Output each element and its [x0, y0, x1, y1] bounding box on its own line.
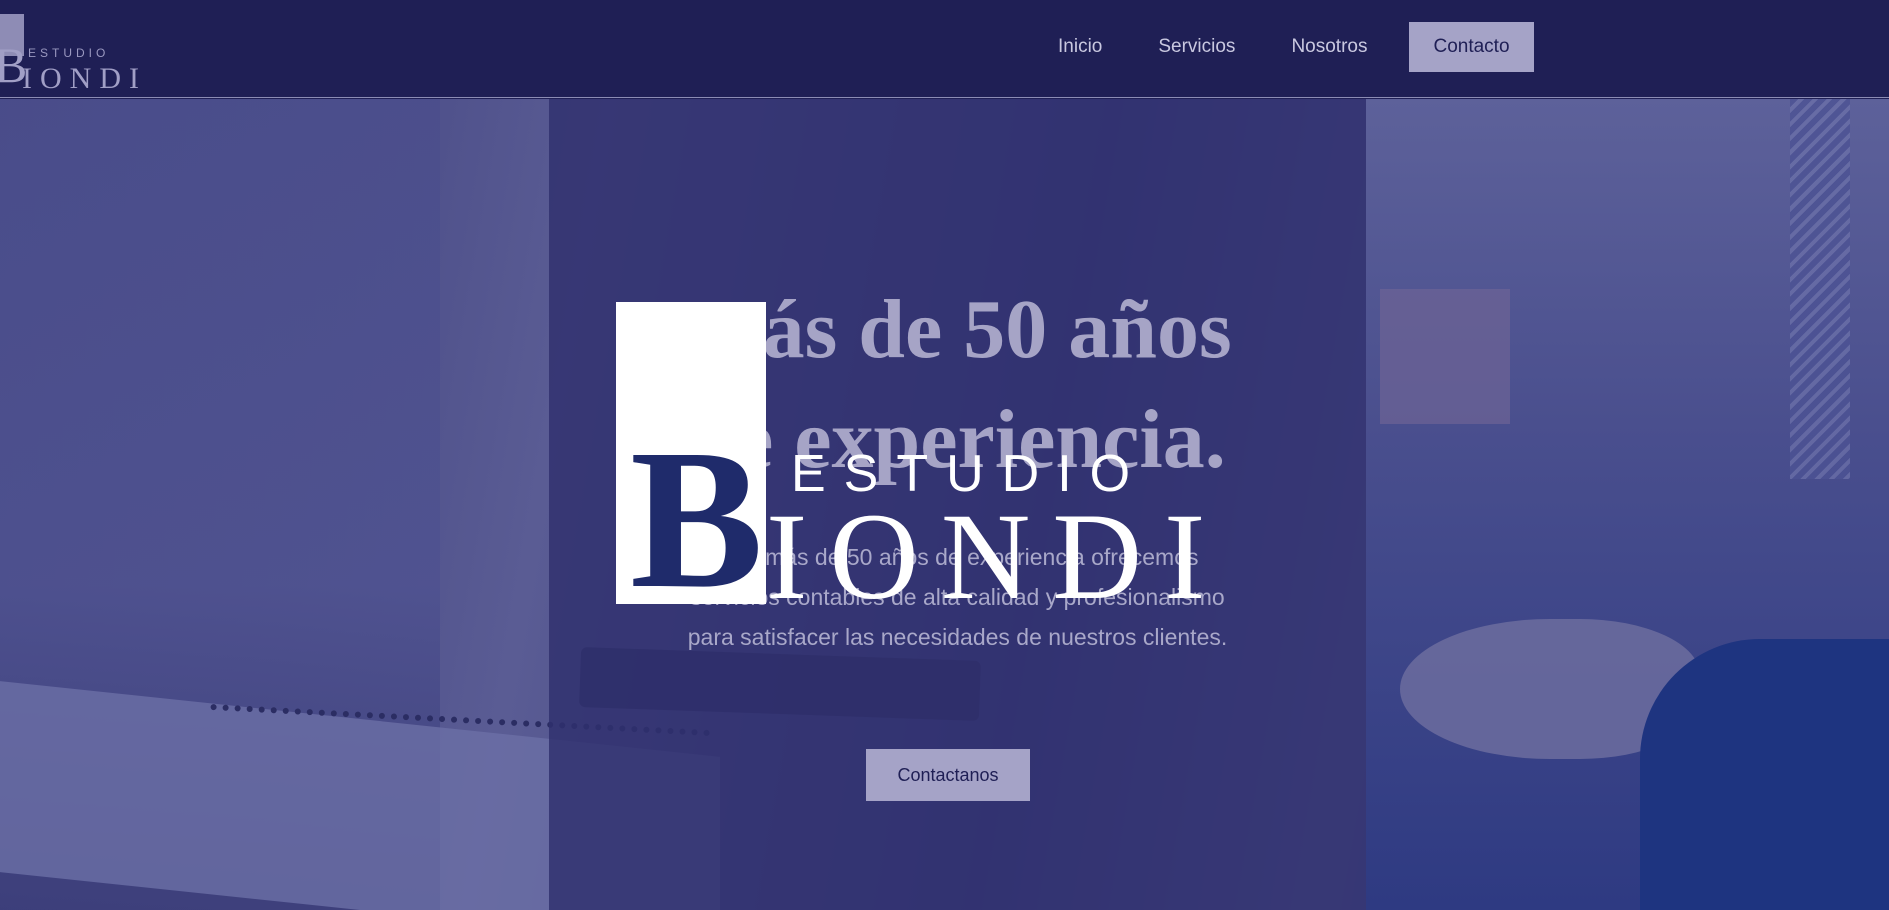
nav-item-inicio[interactable]: Inicio [1030, 22, 1130, 72]
main-nav: Inicio Servicios Nosotros Contacto [1030, 22, 1534, 72]
nav-item-servicios[interactable]: Servicios [1130, 22, 1263, 72]
site-header: ESTUDIO B IONDI Inicio Servicios Nosotro… [0, 0, 1889, 98]
hero-bg-sleeve [1640, 639, 1889, 910]
brand-logo-overlay: B ESTUDIO IONDI [616, 302, 1276, 630]
nav-item-contacto[interactable]: Contacto [1409, 22, 1534, 72]
hero-description-line3: para satisfacer las necesidades de nuest… [687, 624, 1228, 650]
hero-bg-wall-note [1380, 289, 1510, 424]
logo-estudio-text: ESTUDIO [28, 46, 110, 60]
header-logo[interactable]: ESTUDIO B IONDI [0, 14, 140, 94]
logo-overlay-name-text: IONDI [766, 488, 1228, 625]
contact-cta-button[interactable]: Contactanos [866, 749, 1030, 801]
logo-overlay-initial: B [630, 409, 764, 630]
nav-item-nosotros[interactable]: Nosotros [1263, 22, 1395, 72]
hero-bg-tie [1790, 99, 1850, 479]
logo-name-text: IONDI [22, 62, 147, 95]
page: ESTUDIO B IONDI Inicio Servicios Nosotro… [0, 0, 1889, 910]
